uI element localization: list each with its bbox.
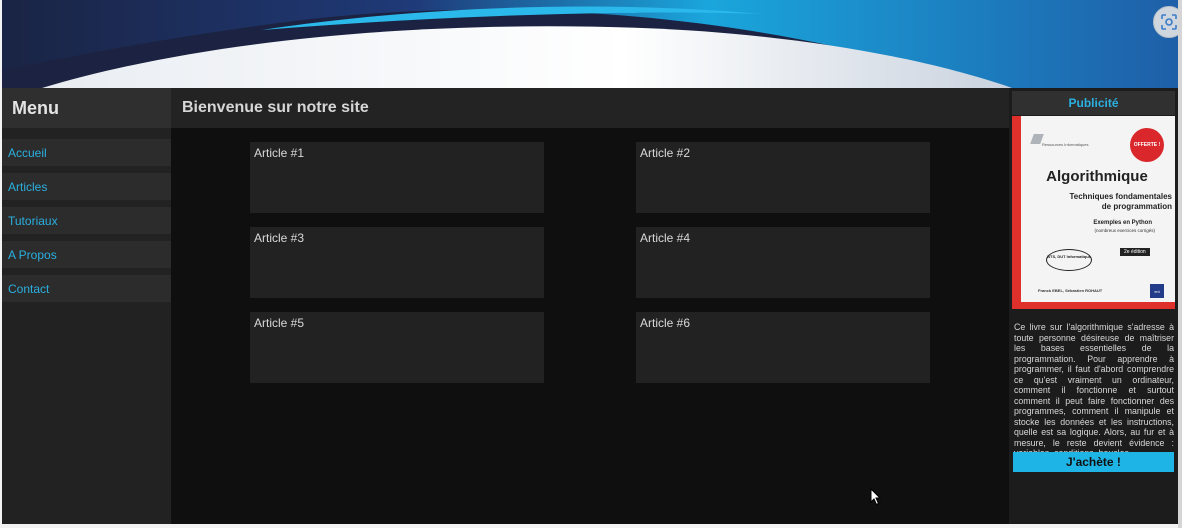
sidebar-item-a-propos[interactable]: A Propos xyxy=(2,241,171,268)
lens-scan-icon xyxy=(1161,14,1177,30)
book-publisher-line: Ressources Informatiques xyxy=(1042,142,1089,147)
ad-description: Ce livre sur l'algorithmique s'adresse à… xyxy=(1014,322,1174,458)
eni-logo-icon: eni xyxy=(1150,284,1164,298)
book-authors: Franck EBEL, Sébastien ROHAUT xyxy=(1038,288,1103,293)
sidebar-header: Menu xyxy=(2,88,171,128)
main-content: Bienvenue sur notre site Article #1 Arti… xyxy=(171,88,1009,524)
article-card-5[interactable]: Article #5 xyxy=(250,312,544,383)
sidebar: Menu Accueil Articles Tutoriaux A Propos… xyxy=(2,88,171,524)
browser-page: Menu Accueil Articles Tutoriaux A Propos… xyxy=(0,0,1182,528)
main-header: Bienvenue sur notre site xyxy=(171,88,1009,128)
book-note: (nombreux exercices corrigés) xyxy=(1094,228,1155,233)
sidebar-item-accueil[interactable]: Accueil xyxy=(2,139,171,166)
mouse-pointer-icon xyxy=(870,488,882,506)
sidebar-item-articles[interactable]: Articles xyxy=(2,173,171,200)
article-card-6[interactable]: Article #6 xyxy=(636,312,930,383)
article-card-1[interactable]: Article #1 xyxy=(250,142,544,213)
book-title: Algorithmique xyxy=(1046,168,1148,185)
book-offer-badge: OFFERTE ! xyxy=(1130,128,1164,162)
header-banner xyxy=(2,0,1178,88)
sidebar-item-tutoriaux[interactable]: Tutoriaux xyxy=(2,207,171,234)
page-scrollbar[interactable] xyxy=(1178,0,1182,528)
page-title: Bienvenue sur notre site xyxy=(182,99,369,116)
ad-title: Publicité xyxy=(1068,96,1119,110)
book-cover-bottom-band xyxy=(1012,302,1175,309)
header-wave-graphic xyxy=(2,0,1178,88)
article-card-2[interactable]: Article #2 xyxy=(636,142,930,213)
book-subtitle-line2: de programmation xyxy=(1101,202,1172,211)
book-bts-badge: BTS, DUT Informatique xyxy=(1046,249,1092,271)
ad-header: Publicité xyxy=(1012,91,1175,115)
buy-button[interactable]: J'achète ! xyxy=(1013,452,1174,472)
ad-sidebar: Publicité Ressources Informatiques OFFER… xyxy=(1009,88,1178,524)
sidebar-title: Menu xyxy=(12,97,59,118)
article-card-3[interactable]: Article #3 xyxy=(250,227,544,298)
book-examples-line: Exemples en Python xyxy=(1093,220,1152,226)
book-cover-red-band xyxy=(1012,116,1021,309)
sidebar-item-contact[interactable]: Contact xyxy=(2,275,171,302)
book-edition-label: 2e édition xyxy=(1120,248,1150,256)
article-card-4[interactable]: Article #4 xyxy=(636,227,930,298)
book-cover-image[interactable]: Ressources Informatiques OFFERTE ! Algor… xyxy=(1012,116,1175,309)
book-subtitle-line1: Techniques fondamentales xyxy=(1069,192,1172,201)
